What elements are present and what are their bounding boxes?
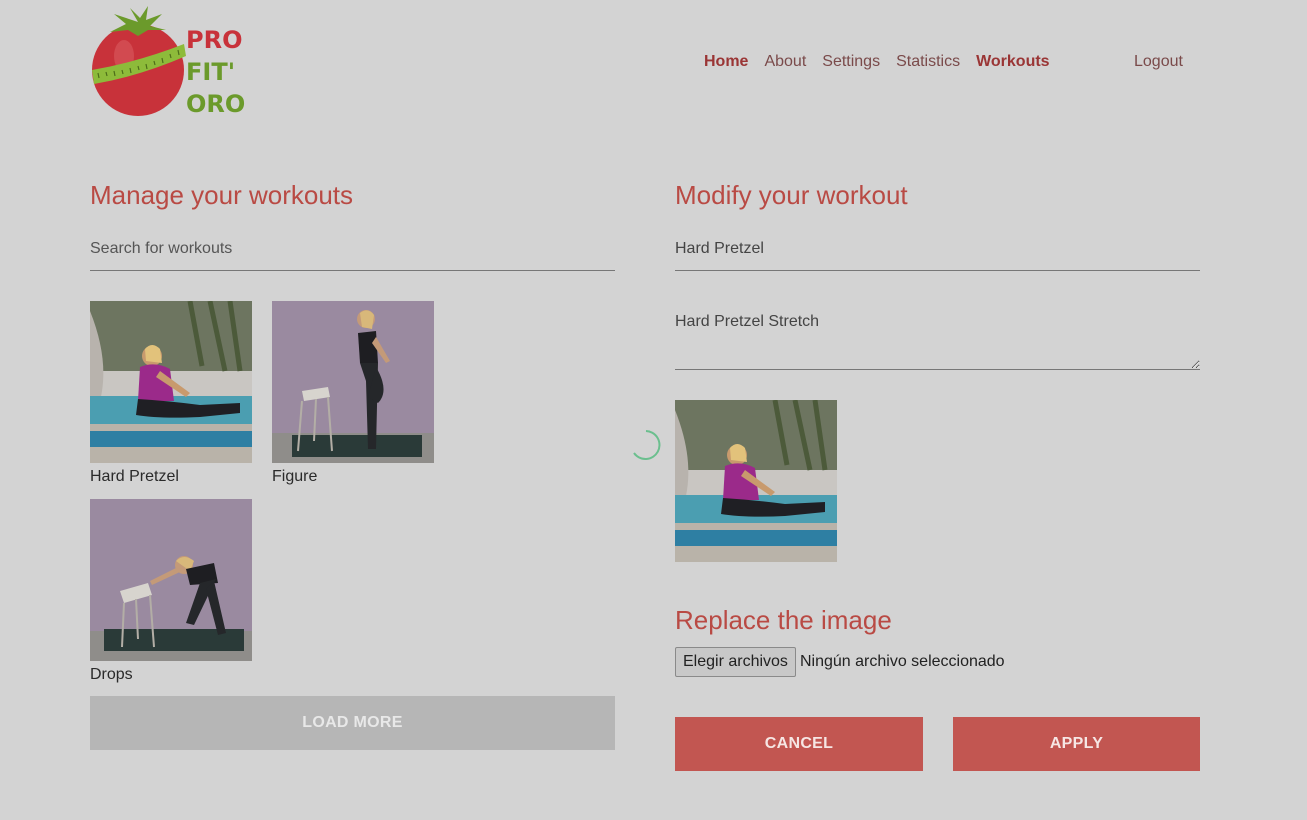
nav-link-home[interactable]: Home	[696, 53, 756, 71]
choose-file-button[interactable]: Elegir archivos	[675, 647, 796, 677]
workout-image-drops	[90, 499, 252, 661]
logo-text-oro: ORO	[186, 90, 245, 118]
workout-title: Figure	[272, 468, 318, 485]
loading-spinner-icon	[633, 430, 661, 460]
nav-link-workouts[interactable]: Workouts	[968, 53, 1057, 71]
apply-button[interactable]: APPLY	[953, 717, 1200, 771]
nav-link-about[interactable]: About	[756, 53, 814, 71]
main-nav: Home About Settings Statistics Workouts	[696, 48, 1058, 76]
workout-title: Drops	[90, 666, 133, 683]
manage-workouts-heading: Manage your workouts	[90, 180, 354, 210]
logo-text-fit: FIT'	[186, 58, 235, 86]
profitoro-logo[interactable]: PRO FIT' ORO	[90, 6, 252, 118]
logout-link[interactable]: Logout	[1126, 48, 1191, 76]
nav-link-statistics[interactable]: Statistics	[888, 53, 968, 71]
workout-description-input[interactable]: Hard Pretzel Stretch	[675, 312, 1200, 370]
workout-title: Hard Pretzel	[90, 468, 179, 485]
workout-preview-image	[675, 400, 837, 562]
workout-name-input[interactable]	[675, 228, 1200, 271]
cancel-button[interactable]: CANCEL	[675, 717, 923, 771]
logo-text-pro: PRO	[186, 26, 242, 54]
workout-image-figure	[272, 301, 434, 463]
replace-image-heading: Replace the image	[675, 605, 892, 635]
load-more-button[interactable]: LOAD MORE	[90, 696, 615, 750]
modify-workout-heading: Modify your workout	[675, 180, 908, 210]
workout-image-hard-pretzel	[90, 301, 252, 463]
workout-card[interactable]: Figure	[272, 301, 434, 486]
workout-card[interactable]: Drops	[90, 499, 252, 684]
file-status-text: Ningún archivo seleccionado	[800, 653, 1005, 670]
nav-link-settings[interactable]: Settings	[814, 53, 888, 71]
workout-card[interactable]: Hard Pretzel	[90, 301, 252, 486]
tomato-logo-icon: PRO FIT' ORO	[92, 6, 245, 118]
search-input[interactable]	[90, 228, 615, 271]
